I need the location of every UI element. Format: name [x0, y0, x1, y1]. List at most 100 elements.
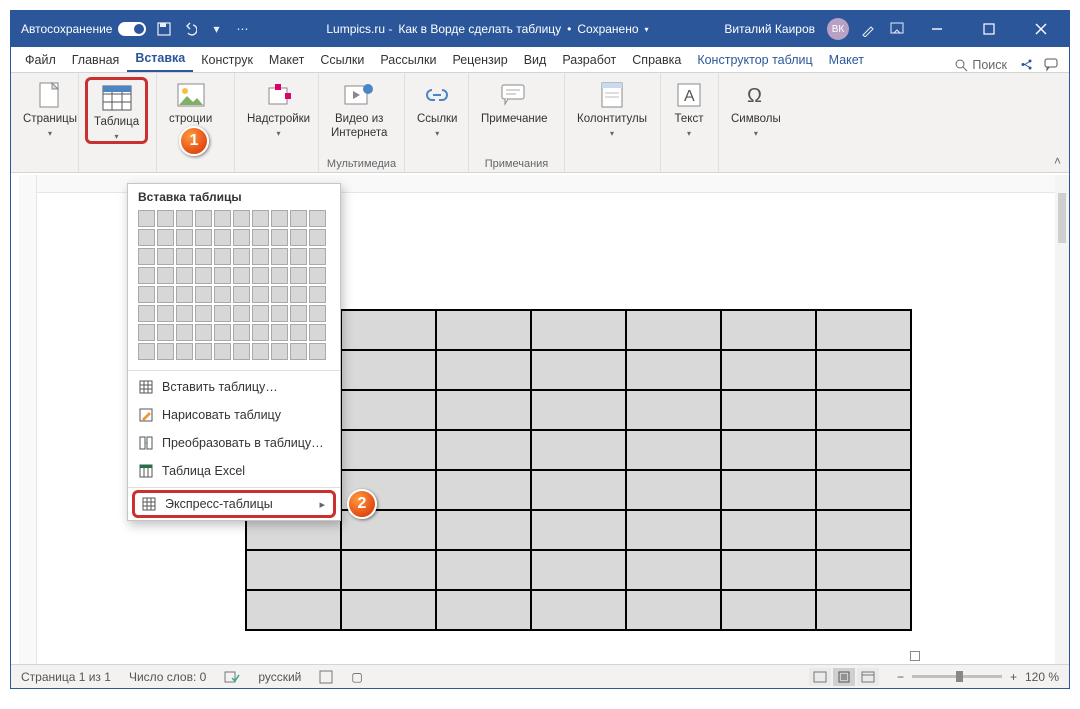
grid-cell[interactable] — [157, 343, 174, 360]
status-page[interactable]: Страница 1 из 1 — [21, 670, 111, 684]
status-language[interactable]: русский — [258, 670, 301, 684]
grid-cell[interactable] — [252, 324, 269, 341]
tab-layout[interactable]: Макет — [261, 49, 312, 72]
tab-review[interactable]: Рецензир — [444, 49, 515, 72]
grid-cell[interactable] — [176, 210, 193, 227]
vertical-scrollbar[interactable] — [1055, 175, 1069, 664]
grid-cell[interactable] — [195, 210, 212, 227]
table-cell[interactable] — [721, 550, 816, 590]
grid-cell[interactable] — [252, 286, 269, 303]
comment-button[interactable]: Примечание — [475, 77, 554, 129]
grid-cell[interactable] — [290, 267, 307, 284]
grid-cell[interactable] — [309, 248, 326, 265]
grid-cell[interactable] — [290, 324, 307, 341]
grid-cell[interactable] — [271, 229, 288, 246]
grid-cell[interactable] — [271, 286, 288, 303]
table-cell[interactable] — [246, 550, 341, 590]
grid-picker[interactable] — [128, 210, 340, 368]
grid-cell[interactable] — [271, 248, 288, 265]
grid-cell[interactable] — [195, 248, 212, 265]
grid-cell[interactable] — [176, 343, 193, 360]
grid-cell[interactable] — [195, 343, 212, 360]
grid-cell[interactable] — [309, 324, 326, 341]
grid-cell[interactable] — [233, 324, 250, 341]
grid-cell[interactable] — [176, 229, 193, 246]
grid-cell[interactable] — [176, 248, 193, 265]
table-cell[interactable] — [436, 310, 531, 350]
table-cell[interactable] — [531, 470, 626, 510]
table-cell[interactable] — [816, 430, 911, 470]
spellcheck-icon[interactable] — [224, 670, 240, 684]
avatar[interactable]: ВК — [827, 18, 849, 40]
grid-cell[interactable] — [214, 305, 231, 322]
close-button[interactable] — [1021, 11, 1061, 47]
grid-cell[interactable] — [157, 305, 174, 322]
table-cell[interactable] — [436, 470, 531, 510]
grid-cell[interactable] — [157, 248, 174, 265]
minimize-button[interactable] — [917, 11, 957, 47]
comments-button[interactable] — [1039, 57, 1063, 72]
table-cell[interactable] — [436, 350, 531, 390]
grid-cell[interactable] — [252, 210, 269, 227]
tab-home[interactable]: Главная — [64, 49, 128, 72]
table-cell[interactable] — [626, 590, 721, 630]
grid-cell[interactable] — [138, 343, 155, 360]
table-cell[interactable] — [341, 350, 436, 390]
tab-design[interactable]: Конструк — [193, 49, 261, 72]
grid-cell[interactable] — [233, 248, 250, 265]
grid-cell[interactable] — [157, 210, 174, 227]
pages-button[interactable]: Страницы▾ — [17, 77, 83, 140]
grid-cell[interactable] — [195, 305, 212, 322]
grid-cell[interactable] — [290, 248, 307, 265]
redo-dropdown-icon[interactable]: ▾ — [208, 21, 224, 37]
table-cell[interactable] — [816, 390, 911, 430]
zoom-value[interactable]: 120 % — [1025, 670, 1059, 684]
grid-cell[interactable] — [271, 324, 288, 341]
ribbon-options-icon[interactable] — [889, 21, 905, 37]
grid-cell[interactable] — [252, 248, 269, 265]
grid-cell[interactable] — [271, 343, 288, 360]
save-icon[interactable] — [156, 21, 172, 37]
table-cell[interactable] — [816, 470, 911, 510]
tab-view[interactable]: Вид — [516, 49, 555, 72]
grid-cell[interactable] — [290, 343, 307, 360]
autosave-toggle[interactable]: Автосохранение — [21, 22, 146, 36]
grid-cell[interactable] — [138, 248, 155, 265]
tab-table-layout[interactable]: Макет — [821, 49, 872, 72]
view-focus[interactable] — [809, 668, 831, 686]
grid-cell[interactable] — [157, 229, 174, 246]
accessibility-icon[interactable] — [319, 670, 333, 684]
grid-cell[interactable] — [290, 286, 307, 303]
zoom-in[interactable]: + — [1010, 670, 1017, 684]
table-cell[interactable] — [246, 590, 341, 630]
grid-cell[interactable] — [195, 267, 212, 284]
tab-file[interactable]: Файл — [17, 49, 64, 72]
table-cell[interactable] — [626, 390, 721, 430]
table-cell[interactable] — [721, 510, 816, 550]
grid-cell[interactable] — [309, 229, 326, 246]
grid-cell[interactable] — [290, 305, 307, 322]
macro-icon[interactable]: ▢ — [351, 670, 362, 684]
grid-cell[interactable] — [309, 286, 326, 303]
table-cell[interactable] — [721, 350, 816, 390]
grid-cell[interactable] — [233, 229, 250, 246]
undo-icon[interactable] — [182, 21, 198, 37]
grid-cell[interactable] — [214, 210, 231, 227]
grid-cell[interactable] — [252, 305, 269, 322]
grid-cell[interactable] — [195, 229, 212, 246]
grid-cell[interactable] — [195, 286, 212, 303]
table-cell[interactable] — [626, 310, 721, 350]
zoom-slider[interactable] — [912, 675, 1002, 678]
menu-excel-table[interactable]: Таблица Excel — [128, 457, 340, 485]
table-cell[interactable] — [626, 430, 721, 470]
saved-status[interactable]: Сохранено — [577, 22, 638, 36]
header-footer-button[interactable]: Колонтитулы▾ — [571, 77, 653, 140]
grid-cell[interactable] — [309, 267, 326, 284]
table-cell[interactable] — [626, 550, 721, 590]
text-button[interactable]: A Текст▾ — [667, 77, 711, 140]
table-cell[interactable] — [341, 310, 436, 350]
grid-cell[interactable] — [233, 343, 250, 360]
grid-cell[interactable] — [233, 305, 250, 322]
view-web[interactable] — [857, 668, 879, 686]
table-cell[interactable] — [436, 550, 531, 590]
